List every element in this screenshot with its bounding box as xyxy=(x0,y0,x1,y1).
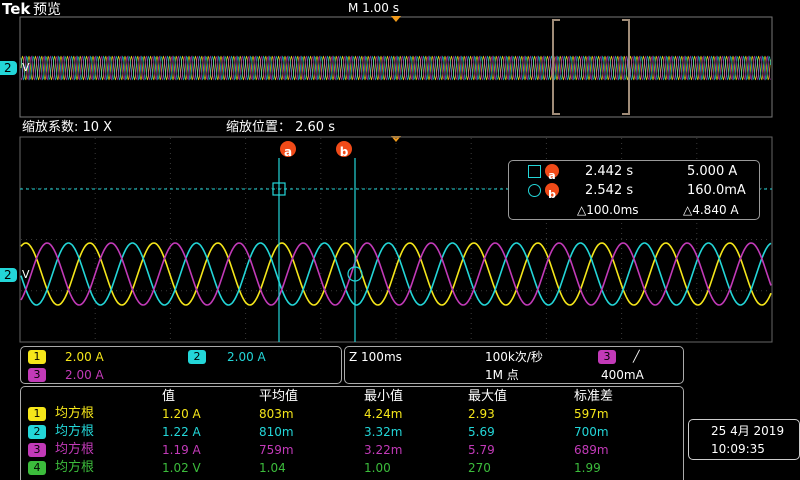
measurement-row-3-type[interactable]: 均方根 xyxy=(55,443,94,456)
measurement-row-3-channel-badge[interactable]: 3 xyxy=(28,443,46,457)
trigger-position-marker[interactable] xyxy=(391,16,401,22)
time-readout: 10:09:35 xyxy=(711,442,765,456)
cursor-a-badge[interactable]: a xyxy=(280,141,296,159)
cursor-a-square-icon xyxy=(528,165,541,178)
channel-2-level-marker-zoom[interactable]: 2 xyxy=(0,268,17,282)
channel-3-badge[interactable]: 3 xyxy=(28,368,46,382)
cursor-b-badge[interactable]: b xyxy=(336,141,352,159)
meas-header-mean: 平均值 xyxy=(259,389,299,404)
channel-2-badge[interactable]: 2 xyxy=(188,350,206,364)
zoom-ground-label: V xyxy=(22,268,30,281)
cursor-b-circle-icon xyxy=(528,184,541,197)
measurement-row-3-cell-2: 759m xyxy=(259,443,294,457)
measurement-row-1-cell-1: 1.20 A xyxy=(162,407,201,421)
channel-3-scale[interactable]: 2.00 A xyxy=(65,369,104,381)
measurement-row-2-cell-5: 700m xyxy=(574,425,609,439)
overview-ground-label: V xyxy=(22,61,30,74)
channel-1-badge[interactable]: 1 xyxy=(28,350,46,364)
overview-waveform xyxy=(20,55,771,81)
measurement-row-2-cell-1: 1.22 A xyxy=(162,425,201,439)
zoom-position-label[interactable]: 缩放位置： 2.60 s xyxy=(226,121,335,134)
measurement-row-4-channel-badge[interactable]: 4 xyxy=(28,461,46,475)
measurement-row-4-cell-4: 270 xyxy=(468,461,491,475)
datetime-panel[interactable]: 25 4月 2019 10:09:35 xyxy=(688,419,800,460)
measurement-row-2-cell-4: 5.69 xyxy=(468,425,495,439)
sample-rate: 100k次/秒 xyxy=(485,350,543,364)
record-length: 1M 点 xyxy=(485,368,519,382)
meas-header-value: 值 xyxy=(162,389,176,404)
overview-channel-2-waveform xyxy=(20,55,771,81)
measurement-row-3-cell-3: 3.22m xyxy=(364,443,403,457)
measurement-row-3-cell-4: 5.79 xyxy=(468,443,495,457)
measurement-row-1-cell-4: 2.93 xyxy=(468,407,495,421)
measurement-row-4-cell-2: 1.04 xyxy=(259,461,286,475)
trigger-source-badge[interactable]: 3 xyxy=(598,350,616,364)
measurement-row-2-cell-3: 3.32m xyxy=(364,425,403,439)
cursor-a-time: 2.442 s xyxy=(585,164,634,179)
measurement-row-4-type[interactable]: 均方根 xyxy=(55,461,94,474)
date-readout: 25 4月 2019 xyxy=(711,424,785,438)
trigger-level[interactable]: 400mA xyxy=(601,369,644,381)
measurement-row-4-cell-5: 1.99 xyxy=(574,461,601,475)
measurement-row-1-cell-5: 597m xyxy=(574,407,609,421)
cursor-delta-time: △100.0ms xyxy=(577,203,639,217)
acquisition-panel[interactable]: Z 100ms 100k次/秒 1M 点 3 ╱ 400mA xyxy=(344,346,684,384)
measurement-row-1-cell-2: 803m xyxy=(259,407,294,421)
measurement-row-2-channel-badge[interactable]: 2 xyxy=(28,425,46,439)
channel-2-scale[interactable]: 2.00 A xyxy=(227,351,266,363)
channel-1-scale[interactable]: 2.00 A xyxy=(65,351,104,363)
channel-scale-panel[interactable]: 1 2.00 A 2 2.00 A 3 2.00 A xyxy=(20,346,342,384)
cursor-a-value: 5.000 A xyxy=(687,164,738,179)
measurement-row-1-cell-3: 4.24m xyxy=(364,407,403,421)
zoom-factor-label[interactable]: 缩放系数: 10 X xyxy=(22,121,112,134)
cursor-b-readout-badge: b xyxy=(545,183,559,201)
cursor-b-time: 2.542 s xyxy=(585,183,634,198)
measurement-row-2-cell-2: 810m xyxy=(259,425,294,439)
cursor-b-value: 160.0mA xyxy=(687,183,746,198)
measurement-panel[interactable]: 值 平均值 最小值 最大值 标准差 1 均方根 1.20 A 803m 4.24m 2.9… xyxy=(20,386,684,480)
channel-2-level-marker-overview[interactable]: 2 xyxy=(0,61,17,75)
mode-label: 预览 xyxy=(33,2,61,18)
cursor-delta-value: △4.840 A xyxy=(683,203,739,217)
trigger-slope-icon: ╱ xyxy=(633,350,640,363)
cursor-a-readout-badge: a xyxy=(545,164,559,182)
zoom-horizontal-scale[interactable]: Z 100ms xyxy=(349,351,402,363)
brand-logo: Tek xyxy=(2,0,31,18)
measurement-row-4-cell-1: 1.02 V xyxy=(162,461,201,475)
timebase-readout[interactable]: M 1.00 s xyxy=(348,2,399,14)
meas-header-min: 最小值 xyxy=(364,389,404,404)
measurement-row-3-cell-1: 1.19 A xyxy=(162,443,201,457)
measurement-row-3-cell-5: 689m xyxy=(574,443,609,457)
measurement-row-1-type[interactable]: 均方根 xyxy=(55,407,94,420)
measurement-row-2-type[interactable]: 均方根 xyxy=(55,425,94,438)
meas-header-max: 最大值 xyxy=(468,389,508,404)
measurement-row-1-channel-badge[interactable]: 1 xyxy=(28,407,46,421)
measurement-row-4-cell-3: 1.00 xyxy=(364,461,391,475)
cursor-readout-panel[interactable]: a 2.442 s 5.000 A b 2.542 s 160.0mA △100… xyxy=(508,160,760,220)
meas-header-stddev: 标准差 xyxy=(574,389,614,404)
